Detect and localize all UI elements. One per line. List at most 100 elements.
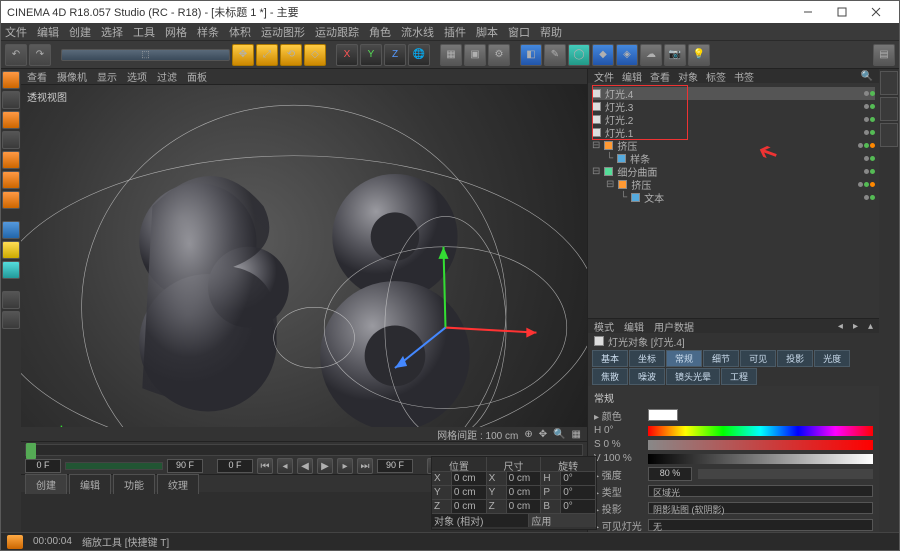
mat-tab[interactable]: 编辑 <box>69 474 111 494</box>
viewport[interactable]: 透视视图 <box>21 85 587 427</box>
subdivision[interactable]: ◯ <box>568 44 590 66</box>
viewport-solo[interactable] <box>2 291 20 309</box>
apply-button[interactable]: 应用 <box>529 513 596 527</box>
om-menu[interactable]: 书签 <box>734 69 754 84</box>
attr-tab[interactable]: 可见 <box>740 350 776 367</box>
deformer[interactable]: ◈ <box>616 44 638 66</box>
attr-tab[interactable]: 光度 <box>814 350 850 367</box>
mat-tab[interactable]: 功能 <box>113 474 155 494</box>
attr-tab[interactable]: 基本 <box>592 350 628 367</box>
object-row[interactable]: 灯光.3 <box>592 100 875 113</box>
attr-menu[interactable]: 模式 <box>594 319 614 334</box>
environment[interactable]: ☁ <box>640 44 662 66</box>
last-tool[interactable]: ◇ <box>304 44 326 66</box>
max-button[interactable] <box>825 2 859 22</box>
om-menu[interactable]: 查看 <box>650 69 670 84</box>
menu-item[interactable]: 角色 <box>369 24 391 40</box>
select-tool[interactable]: ⬚ <box>61 49 230 61</box>
vp-nav-icon[interactable]: 🔍 <box>553 429 565 440</box>
object-row[interactable]: 灯光.4 <box>592 87 875 100</box>
attr-tab[interactable]: 噪波 <box>629 368 665 385</box>
play-fwd[interactable]: ▶ <box>317 458 333 474</box>
color-swatch[interactable] <box>648 409 678 421</box>
undo-button[interactable]: ↶ <box>5 44 27 66</box>
layout-button[interactable]: ▤ <box>873 44 895 66</box>
om-menu[interactable]: 文件 <box>594 69 614 84</box>
coord-field[interactable]: 0 cm <box>452 499 487 513</box>
menu-item[interactable]: 流水线 <box>401 24 434 40</box>
menu-item[interactable]: 体积 <box>229 24 251 40</box>
move-tool[interactable]: ✥ <box>232 44 254 66</box>
next-key[interactable]: ▸ <box>337 458 353 474</box>
edge-mode[interactable] <box>2 171 20 189</box>
attr-tab[interactable]: 焦散 <box>592 368 628 385</box>
sat-slider[interactable] <box>648 440 873 450</box>
type-select[interactable]: 区域光 <box>648 485 873 497</box>
coord-field[interactable]: 0 cm <box>452 485 487 499</box>
visible-select[interactable]: 无 <box>648 519 873 531</box>
playhead[interactable] <box>26 443 36 459</box>
search-icon[interactable]: 🔍 <box>861 71 873 82</box>
menu-item[interactable]: 工具 <box>133 24 155 40</box>
menu-item[interactable]: 运动图形 <box>261 24 305 40</box>
vp-nav-icon[interactable]: ✥ <box>539 429 547 440</box>
object-tree[interactable]: ➔ 灯光.4 灯光.3 灯光.2 灯光.1 ⊟挤压 └样条 ⊟细分曲面 ⊟挤压 … <box>588 83 879 318</box>
om-menu[interactable]: 对象 <box>678 69 698 84</box>
light[interactable]: 💡 <box>688 44 710 66</box>
mat-tab[interactable]: 创建 <box>25 474 67 494</box>
prev-key[interactable]: ◂ <box>277 458 293 474</box>
goto-end[interactable]: ⏭ <box>357 458 373 474</box>
intensity-slider[interactable] <box>698 469 873 479</box>
generator[interactable]: ◆ <box>592 44 614 66</box>
vp-menu-item[interactable]: 摄像机 <box>57 69 87 84</box>
menu-item[interactable]: 文件 <box>5 24 27 40</box>
coord-field[interactable]: 0° <box>561 499 596 513</box>
om-menu[interactable]: 编辑 <box>622 69 642 84</box>
y-axis-toggle[interactable]: Y <box>360 44 382 66</box>
attr-tab[interactable]: 细节 <box>703 350 739 367</box>
menu-item[interactable]: 编辑 <box>37 24 59 40</box>
camera[interactable]: 📷 <box>664 44 686 66</box>
primitive-cube[interactable]: ◧ <box>520 44 542 66</box>
vp-nav-icon[interactable]: ⊕ <box>524 429 532 440</box>
coord-field[interactable]: 0° <box>561 485 596 499</box>
menu-item[interactable]: 运动跟踪 <box>315 24 359 40</box>
attr-menu[interactable]: 编辑 <box>624 319 644 334</box>
start-frame[interactable]: 0 F <box>25 459 61 473</box>
attr-tab[interactable]: 工程 <box>721 368 757 385</box>
intensity-field[interactable]: 80 % <box>648 467 692 481</box>
tweak-mode[interactable] <box>2 221 20 239</box>
max-frame[interactable]: 90 F <box>377 459 413 473</box>
object-row[interactable]: └文本 <box>592 191 875 204</box>
menu-item[interactable]: 选择 <box>101 24 123 40</box>
attr-tab[interactable]: 坐标 <box>629 350 665 367</box>
attr-menu[interactable]: 用户数据 <box>654 319 694 334</box>
object-row[interactable]: 灯光.2 <box>592 113 875 126</box>
menu-item[interactable]: 样条 <box>197 24 219 40</box>
cur-frame[interactable]: 0 F <box>217 459 253 473</box>
nav-fwd-icon[interactable]: ▸ <box>853 321 858 332</box>
scale-tool[interactable]: ⤢ <box>256 44 278 66</box>
vp-nav-icon[interactable]: ▦ <box>572 429 581 440</box>
vp-menu-item[interactable]: 过滤 <box>157 69 177 84</box>
menu-item[interactable]: 插件 <box>444 24 466 40</box>
attr-tab[interactable]: 投影 <box>777 350 813 367</box>
vp-menu-item[interactable]: 选项 <box>127 69 147 84</box>
mat-tab[interactable]: 纹理 <box>157 474 199 494</box>
object-mode[interactable] <box>2 111 20 129</box>
x-axis-toggle[interactable]: X <box>336 44 358 66</box>
render-region[interactable]: ▣ <box>464 44 486 66</box>
xray-toggle[interactable] <box>2 311 20 329</box>
spline-pen[interactable]: ✎ <box>544 44 566 66</box>
om-menu[interactable]: 标签 <box>706 69 726 84</box>
layout-tab[interactable] <box>880 97 898 121</box>
vp-menu-item[interactable]: 显示 <box>97 69 117 84</box>
close-button[interactable] <box>859 2 893 22</box>
coord-mode-select[interactable]: 对象 (相对) <box>432 513 529 527</box>
menu-item[interactable]: 脚本 <box>476 24 498 40</box>
snap-toggle[interactable] <box>2 241 20 259</box>
point-mode[interactable] <box>2 151 20 169</box>
redo-button[interactable]: ↷ <box>29 44 51 66</box>
world-toggle[interactable]: 🌐 <box>408 44 430 66</box>
coord-field[interactable]: 0 cm <box>507 471 542 485</box>
